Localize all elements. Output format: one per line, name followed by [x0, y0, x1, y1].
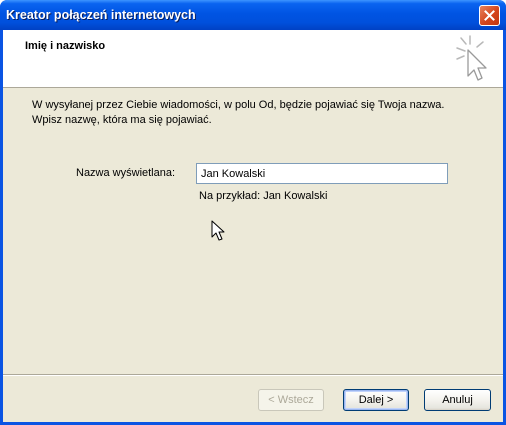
- display-name-input[interactable]: [196, 163, 448, 184]
- page-title: Imię i nazwisko: [25, 40, 106, 52]
- text-cursor-icon: [211, 220, 225, 241]
- footer-divider: [3, 374, 503, 376]
- display-name-label: Nazwa wyświetlana:: [76, 167, 176, 179]
- description-line-1: W wysyłanej przez Ciebie wiadomości, w p…: [32, 99, 445, 111]
- back-button[interactable]: < Wstecz: [258, 389, 324, 411]
- description-line-2: Wpisz nazwę, która ma się pojawiać.: [32, 114, 212, 126]
- title-bar[interactable]: Kreator połączeń internetowych: [0, 0, 506, 30]
- close-icon: [484, 10, 495, 21]
- cancel-button[interactable]: Anuluj: [424, 389, 491, 411]
- window-title: Kreator połączeń internetowych: [6, 8, 196, 22]
- next-button[interactable]: Dalej >: [343, 389, 409, 411]
- wizard-window: Kreator połączeń internetowych Imię i na…: [0, 0, 506, 425]
- wizard-body: Imię i nazwisko W wysyłanej przez Ciebie…: [3, 30, 503, 422]
- description: W wysyłanej przez Ciebie wiadomości, w p…: [32, 98, 472, 128]
- close-button[interactable]: [479, 5, 500, 26]
- wizard-header: Imię i nazwisko: [3, 30, 503, 88]
- wizard-sparkle-cursor-icon: [456, 35, 487, 81]
- example-text: Na przykład: Jan Kowalski: [199, 190, 328, 202]
